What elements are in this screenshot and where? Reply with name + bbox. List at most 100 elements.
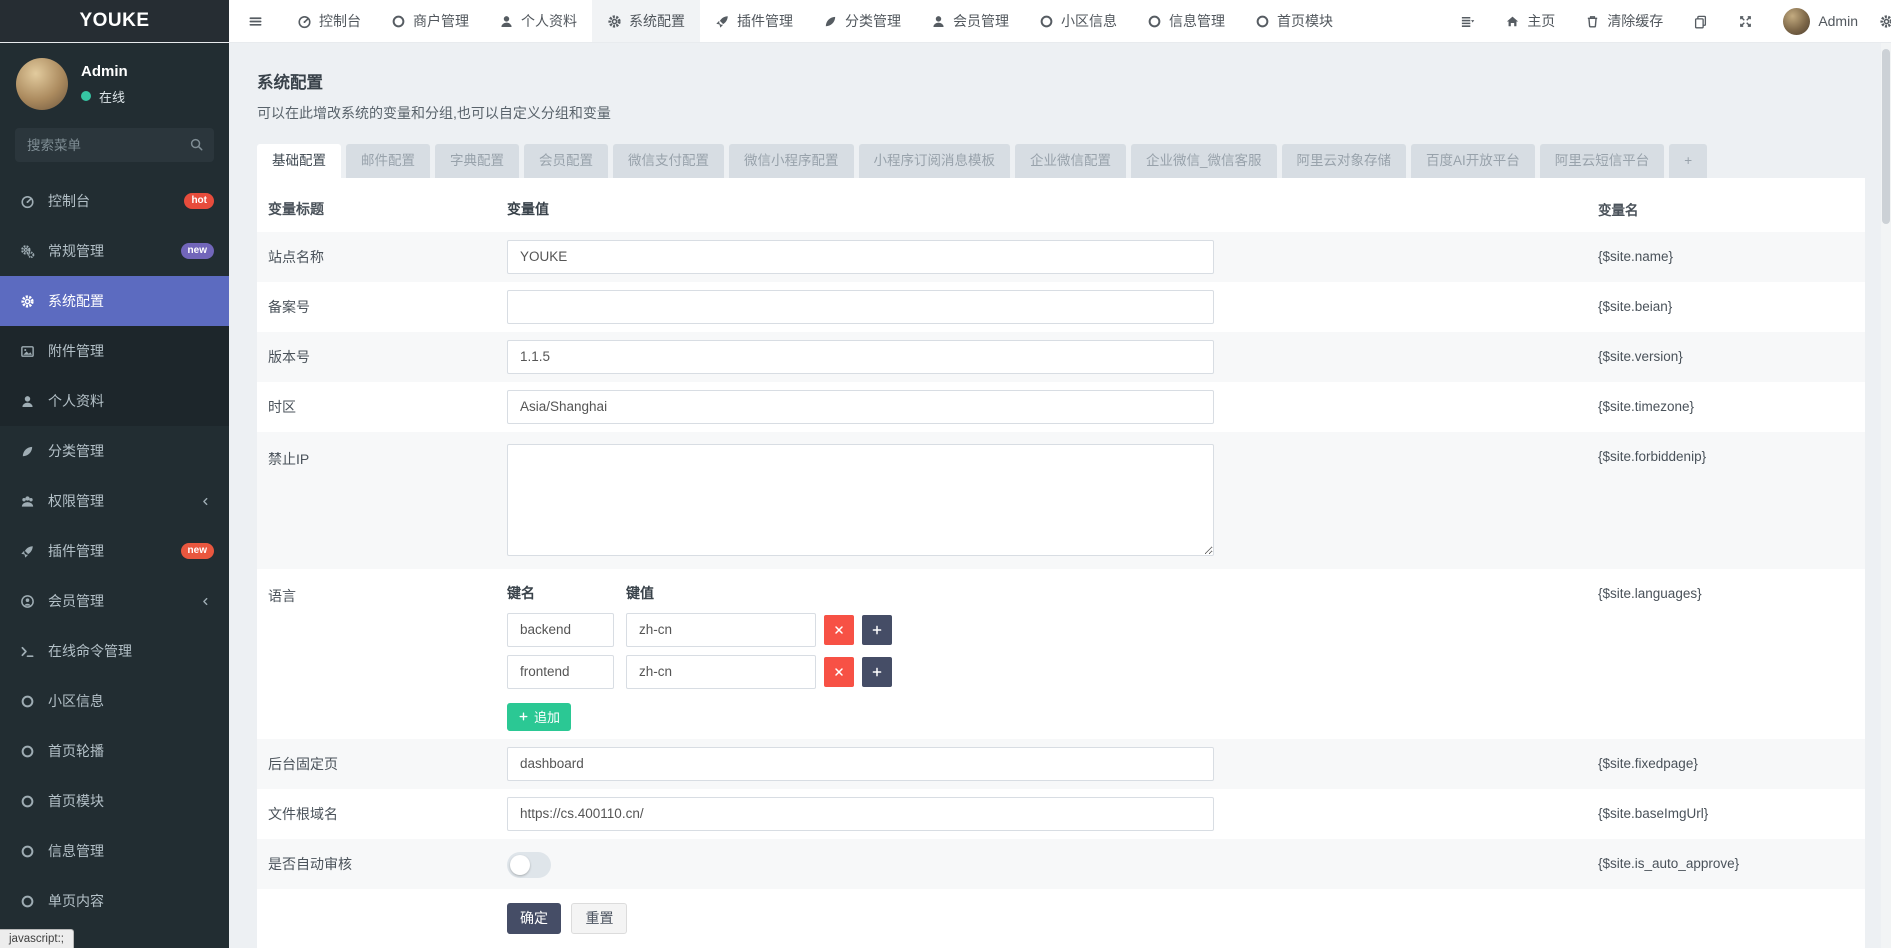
field-textarea[interactable] <box>507 443 1214 556</box>
append-label: 追加 <box>534 710 561 725</box>
avatar[interactable] <box>16 58 68 110</box>
circle-icon <box>1147 14 1162 29</box>
user-status-label: 在线 <box>99 89 126 105</box>
toggle-knob <box>510 854 530 875</box>
reset-button[interactable]: 重置 <box>571 902 628 934</box>
field-input[interactable] <box>507 289 1214 324</box>
add-row-button[interactable] <box>862 656 892 687</box>
sidebar-item[interactable]: 个人资料 <box>0 376 229 426</box>
submit-button[interactable]: 确定 <box>507 902 561 934</box>
kv-key-input[interactable] <box>507 654 614 689</box>
link-status-tooltip: javascript:; <box>0 929 74 948</box>
home-icon <box>1505 14 1520 29</box>
auto-approve-toggle[interactable] <box>507 851 551 878</box>
config-tab[interactable]: 邮件配置 <box>346 144 430 178</box>
admin-menu-button[interactable]: Admin <box>1768 0 1873 42</box>
form-row: 是否自动审核 {$site.is_auto_approve} <box>257 838 1865 889</box>
form-row: 时区 {$site.timezone} <box>257 382 1865 432</box>
config-tab[interactable]: 企业微信_微信客服 <box>1131 144 1277 178</box>
sidebar-item-label: 个人资料 <box>48 393 104 409</box>
form-row: 备案号 {$site.beian} <box>257 282 1865 332</box>
gears-icon <box>18 244 36 259</box>
topnav-tab[interactable]: 会员管理 <box>916 0 1024 42</box>
topnav-tab[interactable]: 个人资料 <box>484 0 592 42</box>
menu-search-input[interactable] <box>15 128 214 162</box>
form-row: 后台固定页 {$site.fixedpage} <box>257 738 1865 789</box>
add-row-button[interactable] <box>862 614 892 645</box>
sidebar-item[interactable]: 系统配置 <box>0 276 229 326</box>
kv-value-header: 键值 <box>626 584 654 601</box>
form-rows: 站点名称 {$site.name} 备案号 {$site.beian} 版本号 {$sit… <box>257 231 1865 889</box>
window-tabs-menu-button[interactable] <box>1445 0 1490 42</box>
page-subtitle: 可以在此增改系统的变量和分组,也可以自定义分组和变量 <box>257 105 611 121</box>
add-config-tab-button[interactable]: + <box>1669 144 1708 178</box>
kv-value-input[interactable] <box>626 654 816 689</box>
copy-tab-button[interactable] <box>1678 0 1723 42</box>
topnav-tab-label: 信息管理 <box>1169 13 1225 29</box>
sidebar-toggle-button[interactable] <box>229 0 282 42</box>
topnav-tab[interactable]: 控制台 <box>282 0 376 42</box>
remove-row-button[interactable] <box>824 656 854 687</box>
append-button[interactable]: 追加 <box>507 702 572 731</box>
field-input[interactable] <box>507 339 1214 374</box>
field-input[interactable] <box>507 239 1214 274</box>
sidebar-item[interactable]: 控制台 hot <box>0 176 229 226</box>
topnav-tab[interactable]: 首页模块 <box>1240 0 1348 42</box>
form-row: 禁止IP {$site.forbiddenip} <box>257 431 1865 569</box>
sidebar-item[interactable]: 权限管理 <box>0 476 229 526</box>
kv-key-input[interactable] <box>507 612 614 647</box>
circle-icon <box>1039 14 1054 29</box>
sidebar-item[interactable]: 附件管理 <box>0 326 229 376</box>
sidebar-item[interactable]: 首页轮播 <box>0 726 229 776</box>
sidebar-item-label: 附件管理 <box>48 343 104 359</box>
hamburger-icon <box>248 14 263 29</box>
topnav-tab-label: 商户管理 <box>413 13 469 29</box>
kv-value-input[interactable] <box>626 612 816 647</box>
sidebar-item[interactable]: 分类管理 <box>0 426 229 476</box>
sidebar: Admin 在线 控制台 hot 常规管理 new 系统配置附件管理个人资料分类管理权限… <box>0 43 229 948</box>
config-tab[interactable]: 企业微信配置 <box>1015 144 1126 178</box>
remove-row-button[interactable] <box>824 614 854 645</box>
search-icon <box>189 137 204 152</box>
config-tab[interactable]: 基础配置 <box>257 144 341 178</box>
kv-key-header: 键名 <box>507 584 535 601</box>
config-tab[interactable]: 阿里云对象存储 <box>1281 144 1407 178</box>
sidebar-item[interactable]: 插件管理 new <box>0 526 229 576</box>
fullscreen-button[interactable] <box>1723 0 1768 42</box>
topnav-tab[interactable]: 系统配置 <box>592 0 700 42</box>
config-tab[interactable]: 百度AI开放平台 <box>1411 144 1535 178</box>
field-label: 文件根域名 <box>268 805 338 822</box>
clear-cache-button[interactable]: 清除缓存 <box>1570 0 1678 42</box>
settings-button[interactable] <box>1873 0 1891 42</box>
topnav-tab[interactable]: 分类管理 <box>808 0 916 42</box>
sidebar-item[interactable]: 单页内容 <box>0 876 229 926</box>
sidebar-item[interactable]: 会员管理 <box>0 576 229 626</box>
circle-icon <box>18 694 36 709</box>
sidebar-item[interactable]: 在线命令管理 <box>0 626 229 676</box>
sidebar-item-label: 首页轮播 <box>48 743 104 759</box>
config-tab[interactable]: 微信小程序配置 <box>729 144 854 178</box>
home-button[interactable]: 主页 <box>1490 0 1570 42</box>
leaf-icon <box>18 444 36 459</box>
topnav-tab[interactable]: 插件管理 <box>700 0 808 42</box>
config-tab[interactable]: 微信支付配置 <box>613 144 724 178</box>
sidebar-item[interactable]: 常规管理 new <box>0 226 229 276</box>
config-tab[interactable]: 会员配置 <box>524 144 608 178</box>
topnav-tab[interactable]: 信息管理 <box>1132 0 1240 42</box>
field-input[interactable] <box>507 746 1214 781</box>
expand-icon <box>1738 14 1753 29</box>
brand-logo[interactable]: YOUKE <box>0 0 229 42</box>
sidebar-item[interactable]: 首页模块 <box>0 776 229 826</box>
field-input[interactable] <box>507 389 1214 424</box>
scrollbar-thumb[interactable] <box>1882 49 1890 224</box>
config-tab[interactable]: 小程序订阅消息模板 <box>858 144 1010 178</box>
topnav-tab[interactable]: 小区信息 <box>1024 0 1132 42</box>
sidebar-item[interactable]: 小区信息 <box>0 676 229 726</box>
topnav-tab[interactable]: 商户管理 <box>376 0 484 42</box>
circle-icon <box>18 844 36 859</box>
sidebar-menu: 控制台 hot 常规管理 new 系统配置附件管理个人资料分类管理 权限管理 插件管理 new… <box>0 176 229 926</box>
config-tab[interactable]: 阿里云短信平台 <box>1539 144 1665 178</box>
field-input[interactable] <box>507 796 1214 831</box>
sidebar-item[interactable]: 信息管理 <box>0 826 229 876</box>
config-tab[interactable]: 字典配置 <box>435 144 519 178</box>
